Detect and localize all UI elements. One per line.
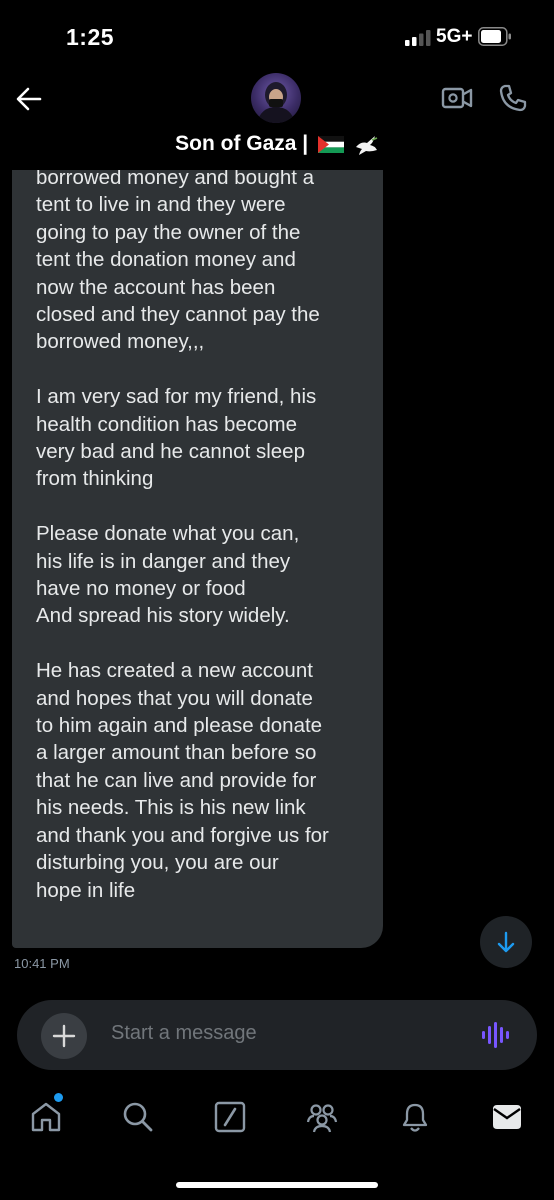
home-notification-dot: [54, 1093, 63, 1102]
video-call-icon[interactable]: [441, 82, 473, 114]
communities-icon[interactable]: [305, 1100, 339, 1134]
message-paragraph: Please donate what you can, his life is …: [36, 522, 300, 628]
avatar-person-icon: [257, 82, 295, 123]
message-composer[interactable]: Start a message: [17, 1000, 537, 1070]
notifications-icon[interactable]: [398, 1100, 432, 1134]
messages-icon[interactable]: [490, 1100, 524, 1134]
message-paragraph: I am very sad for my friend, his health …: [36, 385, 317, 491]
message-paragraph: borrowed money and bought a tent to live…: [36, 166, 320, 354]
home-icon[interactable]: [29, 1100, 63, 1134]
home-indicator[interactable]: [176, 1182, 378, 1188]
bottom-navigation: [0, 1082, 554, 1200]
signal-icon: [405, 30, 431, 46]
dove-icon: [355, 135, 378, 155]
battery-icon: [478, 27, 511, 46]
conversation-header: Son of Gaza |: [0, 70, 554, 170]
status-time: 1:25: [66, 24, 115, 50]
conversation-title[interactable]: Son of Gaza |: [0, 132, 554, 157]
plus-icon: [52, 1024, 76, 1048]
back-arrow-icon[interactable]: [14, 84, 44, 114]
status-bar: 1:25 5G+: [0, 0, 554, 70]
message-paragraph: He has created a new account and hopes t…: [36, 659, 329, 902]
palestine-flag-icon: [318, 136, 345, 154]
message-timestamp: 10:41 PM: [14, 956, 70, 971]
search-icon[interactable]: [121, 1100, 155, 1134]
message-bubble[interactable]: borrowed money and bought a tent to live…: [12, 140, 383, 948]
contact-name: Son of Gaza |: [175, 132, 309, 155]
network-label: 5G+: [436, 26, 473, 47]
avatar[interactable]: [251, 73, 301, 123]
phone-call-icon[interactable]: [497, 82, 529, 114]
add-attachment-button[interactable]: [41, 1013, 87, 1059]
message-text: borrowed money and bought a tent to live…: [36, 164, 363, 904]
message-input[interactable]: Start a message: [111, 1022, 257, 1045]
grok-icon[interactable]: [213, 1100, 247, 1134]
scroll-to-bottom-button[interactable]: [480, 916, 532, 968]
voice-message-icon[interactable]: [481, 1020, 511, 1050]
flag-dove-emoji: [314, 132, 379, 156]
arrow-down-icon: [497, 931, 515, 953]
